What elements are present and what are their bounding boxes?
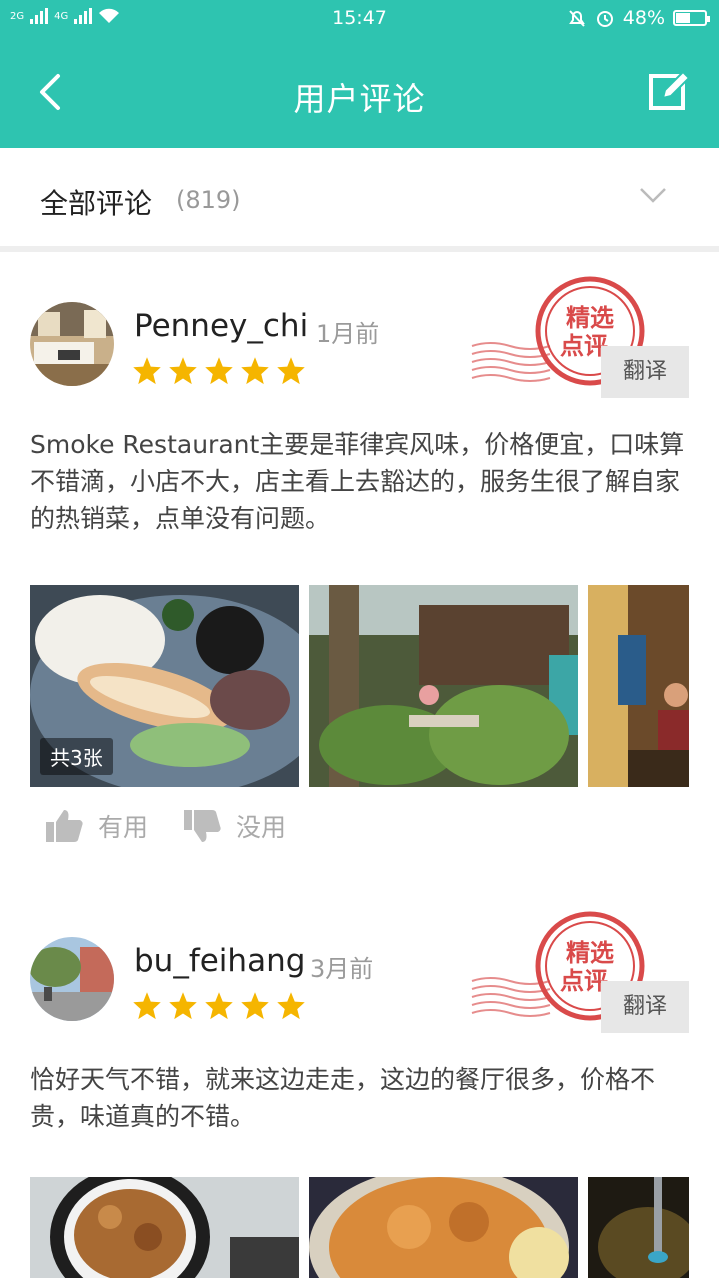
- avatar[interactable]: [30, 937, 114, 1021]
- mute-icon: [568, 10, 585, 27]
- filter-label: 全部评论: [40, 187, 153, 220]
- username[interactable]: bu_feihang: [134, 943, 305, 979]
- translate-button[interactable]: 翻译: [601, 346, 689, 398]
- username[interactable]: Penney_chi: [134, 308, 308, 344]
- photo-count-badge: 共3张: [40, 738, 113, 775]
- stamp-text-top: 精选: [566, 939, 614, 967]
- review-count: (819): [176, 186, 241, 214]
- review-card: Penney_chi 1月前 精选 点评 翻译 Smoke Restaurant…: [0, 252, 719, 872]
- useless-button[interactable]: 没用: [182, 808, 286, 844]
- battery-icon: [673, 10, 710, 26]
- translate-button[interactable]: 翻译: [601, 981, 689, 1033]
- photo-strip: [30, 1177, 689, 1278]
- page-title: 用户评论: [293, 80, 426, 118]
- time-ago: 3月前: [310, 955, 374, 983]
- write-review-button[interactable]: [647, 68, 693, 114]
- battery-fill: [676, 13, 691, 23]
- star-icon: [133, 357, 161, 385]
- chevron-down-icon: [640, 188, 666, 203]
- star-icon: [205, 992, 233, 1020]
- photo-strip: 共3张: [30, 585, 689, 787]
- star-icon: [133, 992, 161, 1020]
- star-icon: [169, 357, 197, 385]
- star-icon: [277, 357, 305, 385]
- star-icon: [205, 357, 233, 385]
- review-photo[interactable]: 共3张: [30, 585, 299, 787]
- review-filter-dropdown[interactable]: 全部评论 (819): [0, 148, 719, 252]
- time-ago: 1月前: [316, 320, 380, 348]
- alarm-icon: [596, 11, 613, 27]
- title-bar: 用户评论: [0, 38, 719, 148]
- star-icon: [169, 992, 197, 1020]
- rating-stars: [132, 991, 306, 1021]
- review-photo[interactable]: [309, 585, 578, 787]
- review-photo[interactable]: [30, 1177, 299, 1278]
- edit-icon: [649, 70, 691, 110]
- useless-label: 没用: [236, 813, 287, 842]
- useful-label: 有用: [98, 813, 149, 842]
- thumbs-down-icon: [184, 810, 221, 842]
- status-right: 48%: [567, 7, 710, 29]
- star-icon: [241, 992, 269, 1020]
- stamp-text-top: 精选: [566, 304, 614, 332]
- star-icon: [277, 992, 305, 1020]
- review-text: Smoke Restaurant主要是菲律宾风味，价格便宜，口味算不错滴，小店不…: [30, 430, 685, 533]
- useful-button[interactable]: 有用: [44, 808, 148, 844]
- status-bar: 2G 4G 15:47 48%: [0, 0, 719, 38]
- review-photo[interactable]: [588, 1177, 689, 1278]
- review-card: bu_feihang 3月前 精选 点评 翻译 恰好天气不错，就来这边走走，这边…: [0, 887, 719, 1278]
- review-photo[interactable]: [309, 1177, 578, 1278]
- star-icon: [241, 357, 269, 385]
- battery-percent: 48%: [622, 7, 665, 29]
- review-text: 恰好天气不错，就来这边走走，这边的餐厅很多，价格不贵，味道真的不错。: [30, 1065, 656, 1131]
- review-photo[interactable]: [588, 585, 689, 787]
- avatar[interactable]: [30, 302, 114, 386]
- rating-stars: [132, 356, 306, 386]
- thumbs-up-icon: [46, 810, 83, 842]
